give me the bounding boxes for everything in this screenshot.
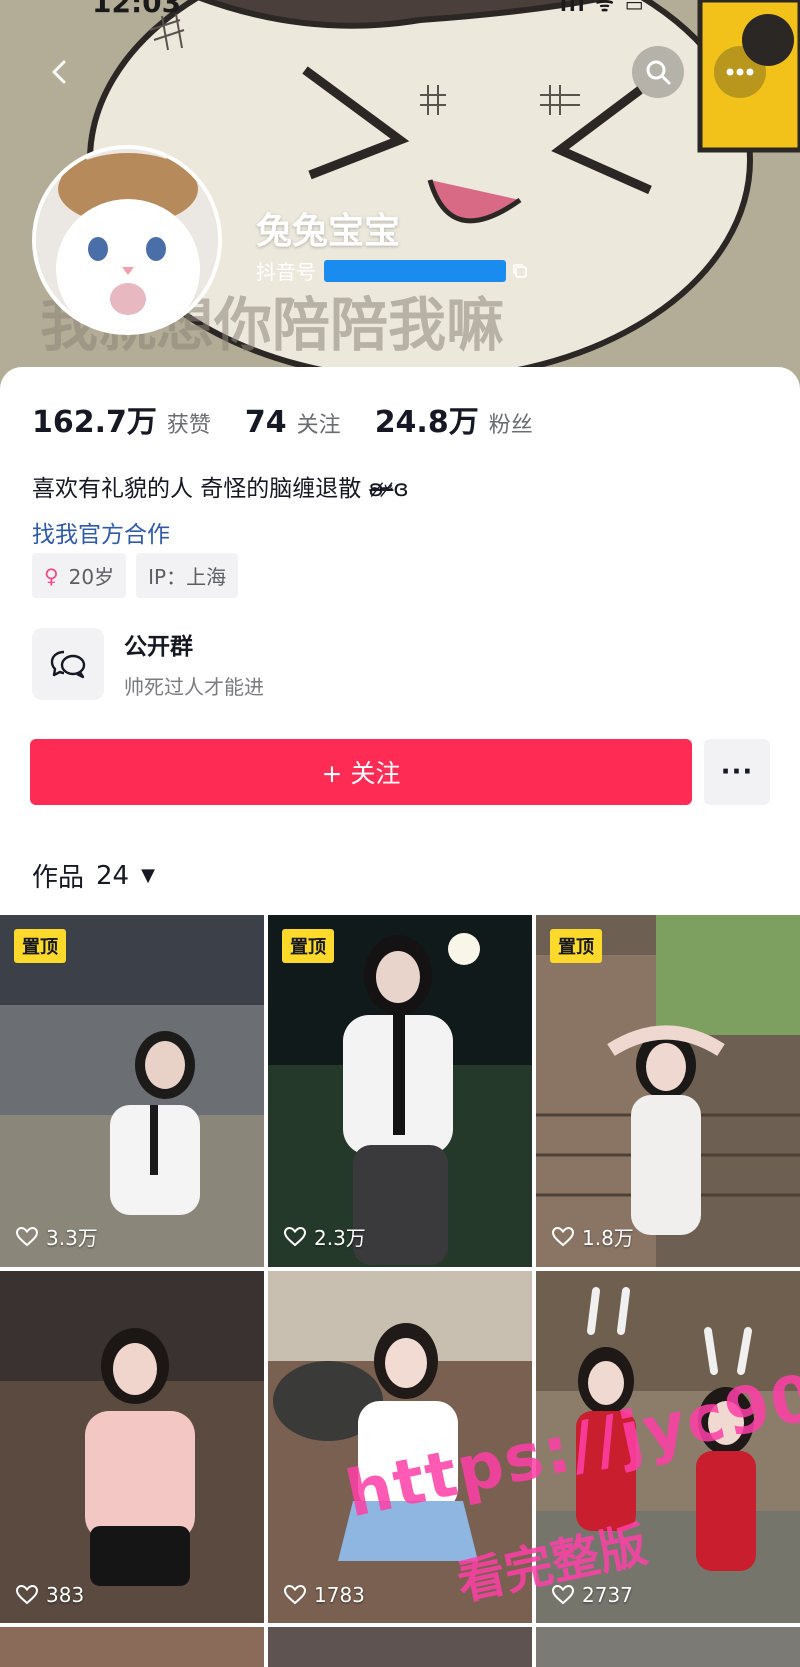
video-cover xyxy=(0,915,264,1267)
stat-followers-value: 24.8万 xyxy=(374,405,479,440)
video-likes-count: 1.8万 xyxy=(582,1226,634,1250)
public-group-entry[interactable]: 公开群 帅死过人才能进 xyxy=(32,627,264,700)
chevron-left-icon xyxy=(52,60,66,84)
video-thumbnail[interactable]: 2737 xyxy=(536,1271,800,1623)
follow-button[interactable]: + 关注 xyxy=(30,739,692,805)
tab-works[interactable]: 作品 24 ▼ xyxy=(32,857,155,894)
video-cover xyxy=(268,915,532,1267)
caret-down-icon: ▼ xyxy=(141,865,155,886)
avatar[interactable] xyxy=(32,145,222,335)
works-count: 24 xyxy=(96,860,130,891)
group-chat-icon xyxy=(32,627,104,700)
video-likes: 383 xyxy=(16,1583,84,1607)
video-thumbnail[interactable]: 383 xyxy=(0,1271,264,1623)
stat-followers[interactable]: 24.8万 粉丝 xyxy=(375,397,533,441)
follow-more-button[interactable]: ··· xyxy=(704,739,770,805)
video-thumbnail[interactable]: 1783 xyxy=(268,1271,532,1623)
stat-following-label: 关注 xyxy=(296,413,341,438)
search-button[interactable] xyxy=(632,46,684,98)
video-likes-count: 383 xyxy=(46,1583,85,1607)
video-likes: 2737 xyxy=(552,1583,633,1607)
ip-tag: IP：上海 xyxy=(136,553,239,598)
stat-likes: 162.7万 获赞 xyxy=(32,397,211,441)
video-cover xyxy=(268,1271,532,1623)
heart-icon xyxy=(284,1585,306,1605)
profile-stats: 162.7万 获赞 74 关注 24.8万 粉丝 xyxy=(32,397,567,441)
status-time: 12:03 xyxy=(92,0,182,19)
back-button[interactable] xyxy=(34,46,86,98)
heart-icon xyxy=(552,1585,574,1605)
search-icon xyxy=(646,60,671,85)
douyin-id: 抖音号 xyxy=(256,256,528,285)
stat-followers-label: 粉丝 xyxy=(488,413,533,438)
video-cover xyxy=(536,1271,800,1623)
redacted-id xyxy=(324,259,506,282)
stat-following-value: 74 xyxy=(244,405,287,440)
video-thumbnail[interactable]: 置顶 3.3万 xyxy=(0,915,264,1267)
copy-icon[interactable] xyxy=(512,263,528,279)
stat-following[interactable]: 74 关注 xyxy=(245,405,341,440)
video-cover xyxy=(536,915,800,1267)
pinned-badge: 置顶 xyxy=(14,929,66,963)
more-options-button[interactable] xyxy=(714,46,766,98)
video-thumbnail[interactable]: 置顶 2.3万 xyxy=(268,915,532,1267)
heart-icon xyxy=(284,1226,306,1246)
profile-banner: 我就想你陪陪我嘛 12:03 ııl ᯤ ▭ 兔兔宝宝 抖音号 xyxy=(0,0,800,390)
heart-icon xyxy=(16,1226,38,1246)
video-thumbnail[interactable] xyxy=(0,1627,264,1667)
group-title: 公开群 xyxy=(124,634,193,660)
status-signal: ııl ᯤ ▭ xyxy=(560,0,646,16)
video-thumbnail[interactable]: 置顶 1.8万 xyxy=(536,915,800,1267)
heart-icon xyxy=(552,1226,574,1246)
business-cooperation-link[interactable]: 找我官方合作 xyxy=(32,515,170,549)
avatar-image xyxy=(36,149,218,331)
video-cover xyxy=(0,1271,264,1623)
profile-bio: 喜欢有礼貌的人 奇怪的脑缠退散 ʚ̴̶̷ᵕ̴̶̷ɞ xyxy=(32,476,409,502)
stat-likes-value: 162.7万 xyxy=(32,405,157,440)
age-tag-label: 20岁 xyxy=(68,565,115,589)
female-icon: ♀ xyxy=(44,563,59,588)
pinned-badge: 置顶 xyxy=(282,929,334,963)
video-likes: 3.3万 xyxy=(16,1222,98,1251)
pinned-badge: 置顶 xyxy=(550,929,602,963)
works-tab-label: 作品 xyxy=(32,863,85,893)
video-thumbnail[interactable] xyxy=(536,1627,800,1667)
age-tag: ♀ 20岁 xyxy=(32,553,127,598)
douyin-id-label: 抖音号 xyxy=(256,260,316,284)
video-likes-count: 2.3万 xyxy=(314,1226,366,1250)
ip-tag-label: IP：上海 xyxy=(148,565,227,589)
more-dots-icon xyxy=(726,68,754,76)
group-subtitle: 帅死过人才能进 xyxy=(124,675,264,699)
video-thumbnail[interactable] xyxy=(268,1627,532,1667)
status-bar: 12:03 ııl ᯤ ▭ xyxy=(0,0,800,19)
profile-nickname: 兔兔宝宝 xyxy=(256,211,401,252)
video-likes-count: 1783 xyxy=(314,1583,365,1607)
group-text: 公开群 帅死过人才能进 xyxy=(124,627,264,700)
video-likes: 1783 xyxy=(284,1583,365,1607)
video-likes: 2.3万 xyxy=(284,1222,366,1251)
stat-likes-label: 获赞 xyxy=(166,413,211,438)
video-likes-count: 2737 xyxy=(582,1583,633,1607)
profile-tags: ♀ 20岁 IP：上海 xyxy=(32,553,248,598)
video-likes-count: 3.3万 xyxy=(46,1226,98,1250)
heart-icon xyxy=(16,1585,38,1605)
video-likes: 1.8万 xyxy=(552,1222,634,1251)
